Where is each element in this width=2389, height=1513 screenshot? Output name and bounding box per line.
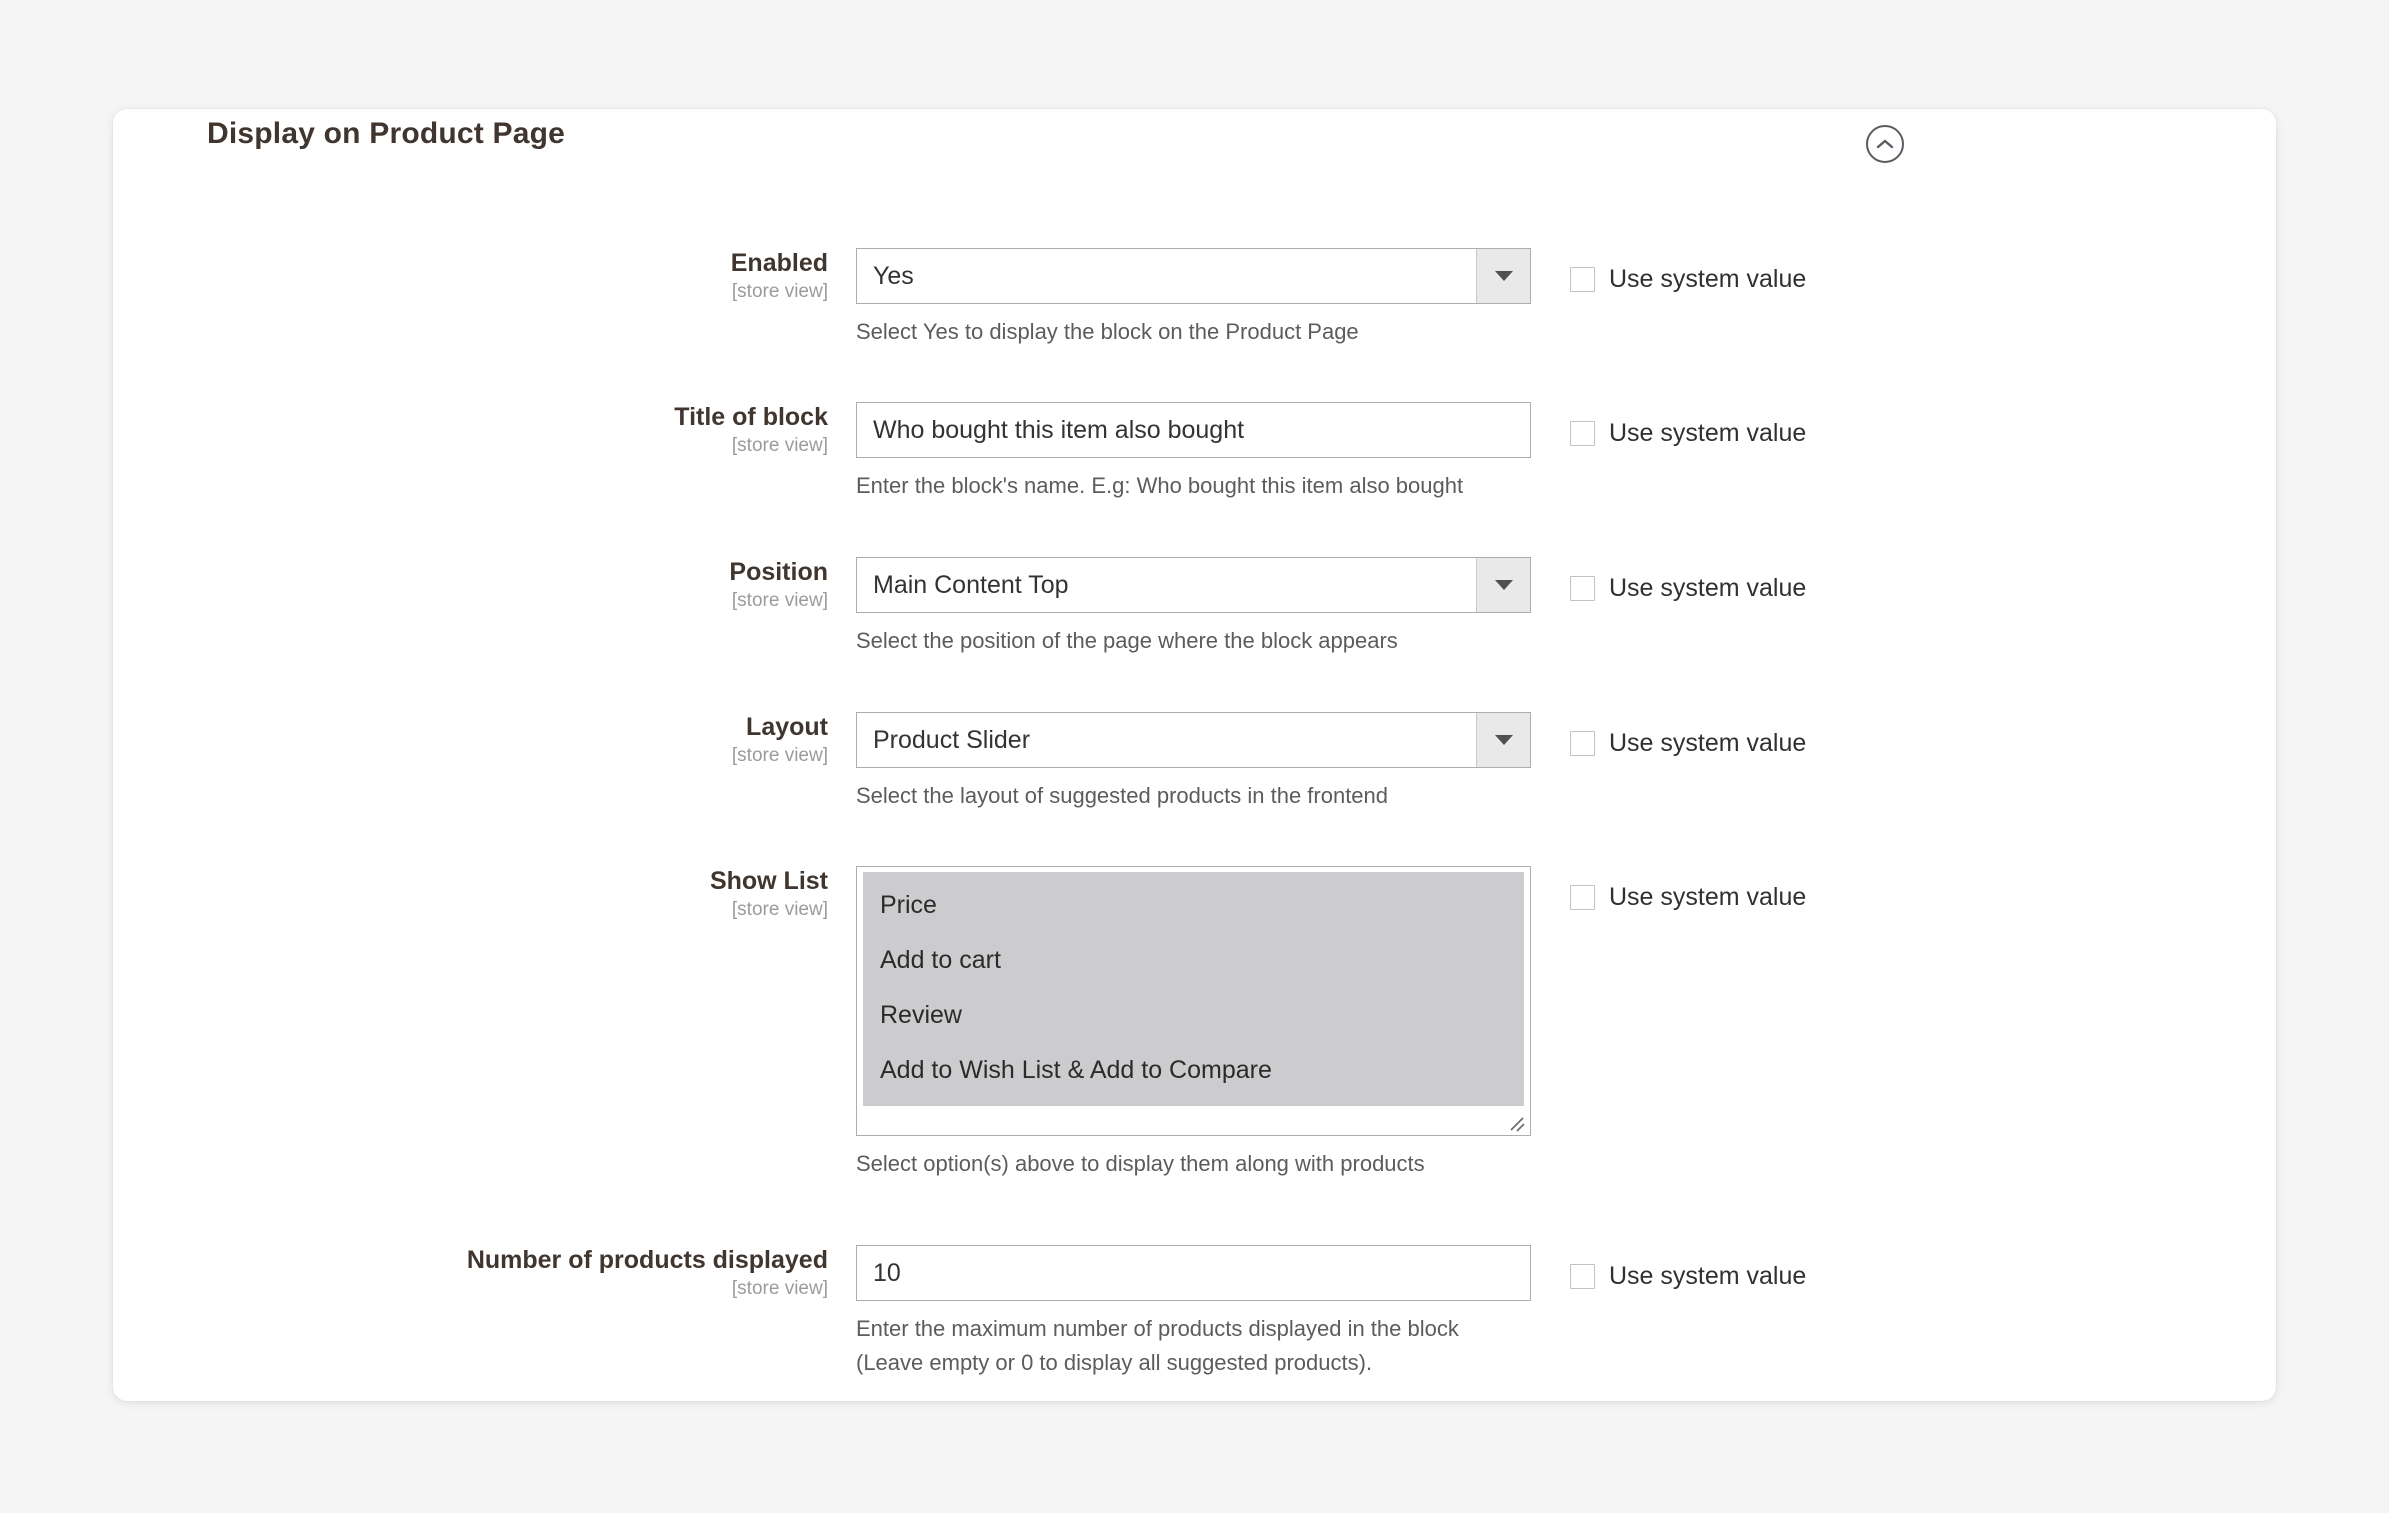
position-select-value: Main Content Top: [873, 571, 1069, 599]
page-title: Display on Product Page: [207, 117, 566, 150]
position-select[interactable]: Main Content Top: [856, 557, 1531, 613]
collapse-section-button[interactable]: [1866, 125, 1904, 163]
use-system-value-label: Use system value: [1609, 883, 1807, 911]
use-system-value-label: Use system value: [1609, 265, 1807, 293]
layout-select[interactable]: Product Slider: [856, 712, 1531, 768]
use-system-value-enabled[interactable]: Use system value: [1570, 265, 1806, 294]
use-system-value-checkbox[interactable]: [1570, 731, 1595, 756]
use-system-value-show-list[interactable]: Use system value: [1570, 883, 1806, 912]
field-control-number-of-products-displayed: Enter the maximum number of products dis…: [856, 1245, 1531, 1380]
field-label-layout: Layout [store view]: [731, 713, 828, 766]
field-control-position: Main Content Top Select the position of …: [856, 557, 1531, 658]
use-system-value-checkbox[interactable]: [1570, 267, 1595, 292]
field-hint-enabled: Select Yes to display the block on the P…: [856, 319, 1359, 344]
list-item[interactable]: Add to Wish List & Add to Compare: [863, 1043, 1524, 1098]
use-system-value-checkbox[interactable]: [1570, 576, 1595, 601]
list-item[interactable]: Price: [863, 878, 1524, 933]
field-label-title-of-block: Title of block [store view]: [674, 403, 828, 456]
list-item[interactable]: Add to cart: [863, 933, 1524, 988]
field-control-layout: Product Slider Select the layout of sugg…: [856, 712, 1531, 813]
use-system-value-label: Use system value: [1609, 419, 1807, 447]
field-label-position: Position [store view]: [729, 558, 828, 611]
field-label-number-of-products-displayed: Number of products displayed [store view…: [466, 1246, 828, 1299]
list-item[interactable]: Review: [863, 988, 1524, 1043]
field-control-enabled: Yes Select Yes to display the block on t…: [856, 248, 1531, 349]
use-system-value-position[interactable]: Use system value: [1570, 574, 1806, 603]
field-hint-title-of-block: Enter the block's name. E.g: Who bought …: [856, 473, 1464, 498]
use-system-value-layout[interactable]: Use system value: [1570, 729, 1806, 758]
use-system-value-label: Use system value: [1609, 1262, 1807, 1290]
title-of-block-input[interactable]: [856, 402, 1531, 458]
use-system-value-number-of-products-displayed[interactable]: Use system value: [1570, 1262, 1806, 1291]
use-system-value-label: Use system value: [1609, 729, 1807, 757]
show-list-selected-options: Price Add to cart Review Add to Wish Lis…: [863, 872, 1524, 1106]
field-label-show-list: Show List [store view]: [709, 867, 828, 920]
field-hint-show-list: Select option(s) above to display them a…: [856, 1151, 1425, 1176]
field-hint-position: Select the position of the page where th…: [856, 628, 1398, 653]
use-system-value-label: Use system value: [1609, 574, 1807, 602]
chevron-up-circle-icon: [1875, 137, 1895, 151]
field-hint-layout: Select the layout of suggested products …: [856, 783, 1389, 808]
use-system-value-title-of-block[interactable]: Use system value: [1570, 419, 1806, 448]
use-system-value-checkbox[interactable]: [1570, 1264, 1595, 1289]
field-hint-number-of-products-displayed: Enter the maximum number of products dis…: [856, 1316, 1459, 1375]
field-control-title-of-block: Enter the block's name. E.g: Who bought …: [856, 402, 1531, 503]
enabled-select[interactable]: Yes: [856, 248, 1531, 304]
use-system-value-checkbox[interactable]: [1570, 885, 1595, 910]
field-control-show-list: Price Add to cart Review Add to Wish Lis…: [856, 866, 1531, 1181]
show-list-multiselect[interactable]: Price Add to cart Review Add to Wish Lis…: [856, 866, 1531, 1136]
chevron-down-icon[interactable]: [1476, 558, 1530, 612]
enabled-select-value: Yes: [873, 262, 914, 290]
field-label-enabled: Enabled [store view]: [730, 249, 828, 302]
number-of-products-displayed-input[interactable]: [856, 1245, 1531, 1301]
chevron-down-icon[interactable]: [1476, 249, 1530, 303]
use-system-value-checkbox[interactable]: [1570, 421, 1595, 446]
layout-select-value: Product Slider: [873, 726, 1031, 754]
chevron-down-icon[interactable]: [1476, 713, 1530, 767]
resize-handle-icon[interactable]: [1506, 1113, 1526, 1133]
